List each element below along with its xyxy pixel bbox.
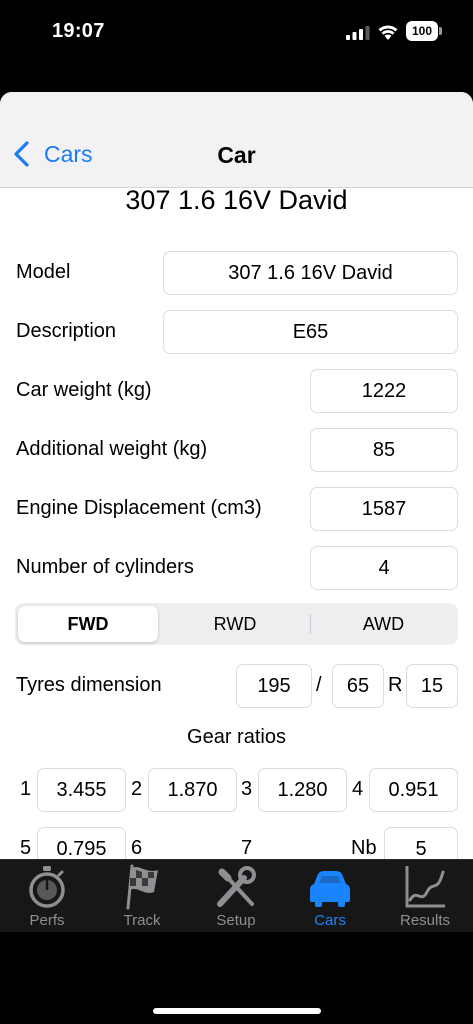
gear-1-field[interactable]: 3.455 — [37, 768, 126, 812]
tab-perfs-label: Perfs — [29, 912, 65, 929]
tyre-separator: / — [316, 674, 322, 696]
status-time: 19:07 — [52, 20, 105, 42]
home-indicator — [153, 1008, 321, 1014]
description-label: Description — [16, 320, 117, 342]
car-form: 307 1.6 16V David Model 307 1.6 16V Davi… — [0, 189, 473, 859]
tab-track[interactable]: Track — [95, 860, 189, 932]
model-label: Model — [16, 261, 71, 283]
engine-displacement-field[interactable]: 1587 — [310, 487, 458, 531]
gear-2-label: 2 — [131, 778, 143, 800]
gear-ratios-title: Gear ratios — [187, 726, 286, 748]
tab-track-label: Track — [123, 912, 161, 929]
battery-icon: 100 — [406, 21, 442, 41]
wifi-icon — [378, 25, 398, 40]
chart-icon — [405, 866, 445, 908]
segment-divider — [310, 614, 311, 634]
cylinders-label: Number of cylinders — [16, 556, 194, 578]
tab-setup-label: Setup — [216, 912, 256, 929]
car-heading: 307 1.6 16V David — [125, 189, 348, 215]
tyre-rim-field[interactable]: 15 — [406, 664, 458, 708]
gear-6-label: 6 — [131, 837, 143, 859]
tab-perfs[interactable]: Perfs — [0, 860, 94, 932]
tab-cars-label: Cars — [314, 912, 346, 929]
segment-fwd[interactable]: FWD — [18, 606, 158, 642]
car-icon — [310, 871, 350, 907]
additional-weight-field[interactable]: 85 — [310, 428, 458, 472]
drivetrain-segmented-control: FWD RWD AWD — [15, 603, 458, 645]
gear-3-label: 3 — [241, 778, 253, 800]
status-bar: 19:07 100 — [0, 0, 473, 64]
gear-count-label: Nb — [351, 837, 377, 859]
wrench-screwdriver-icon — [217, 866, 256, 907]
model-field[interactable]: 307 1.6 16V David — [163, 251, 458, 295]
tab-cars[interactable]: Cars — [283, 860, 377, 932]
tab-results-label: Results — [399, 912, 451, 929]
battery-cap — [439, 27, 442, 35]
tyre-aspect-field[interactable]: 65 — [332, 664, 384, 708]
stopwatch-icon — [29, 866, 65, 908]
gear-count-field[interactable]: 5 — [384, 827, 458, 859]
segment-awd[interactable]: AWD — [312, 606, 455, 642]
gear-4-label: 4 — [352, 778, 364, 800]
gear-2-field[interactable]: 1.870 — [148, 768, 237, 812]
page-title: Car — [217, 142, 256, 168]
car-sheet: Cars Car 307 1.6 16V David Model 307 1.6… — [0, 92, 473, 932]
tab-setup[interactable]: Setup — [189, 860, 283, 932]
car-weight-field[interactable]: 1222 — [310, 369, 458, 413]
additional-weight-label: Additional weight (kg) — [16, 438, 208, 460]
cylinders-field[interactable]: 4 — [310, 546, 458, 590]
navigation-bar: Cars Car — [0, 92, 473, 188]
tab-bar: Perfs Track Setup Cars Results — [0, 859, 473, 932]
tyre-width-field[interactable]: 195 — [236, 664, 312, 708]
gear-5-field[interactable]: 0.795 — [37, 827, 126, 859]
checkered-flag-icon — [126, 864, 158, 910]
gear-4-field[interactable]: 0.951 — [369, 768, 458, 812]
gear-7-label: 7 — [241, 837, 253, 859]
gear-1-label: 1 — [20, 778, 32, 800]
gear-3-field[interactable]: 1.280 — [258, 768, 347, 812]
battery-level: 100 — [406, 21, 438, 41]
car-weight-label: Car weight (kg) — [16, 379, 152, 401]
description-field[interactable]: E65 — [163, 310, 458, 354]
tyre-construction: R — [388, 674, 403, 696]
tab-results[interactable]: Results — [378, 860, 472, 932]
tyres-label: Tyres dimension — [16, 674, 162, 696]
gear-5-label: 5 — [20, 837, 32, 859]
cellular-signal-icon — [346, 26, 370, 40]
engine-displacement-label: Engine Displacement (cm3) — [16, 497, 262, 519]
segment-rwd[interactable]: RWD — [162, 606, 308, 642]
